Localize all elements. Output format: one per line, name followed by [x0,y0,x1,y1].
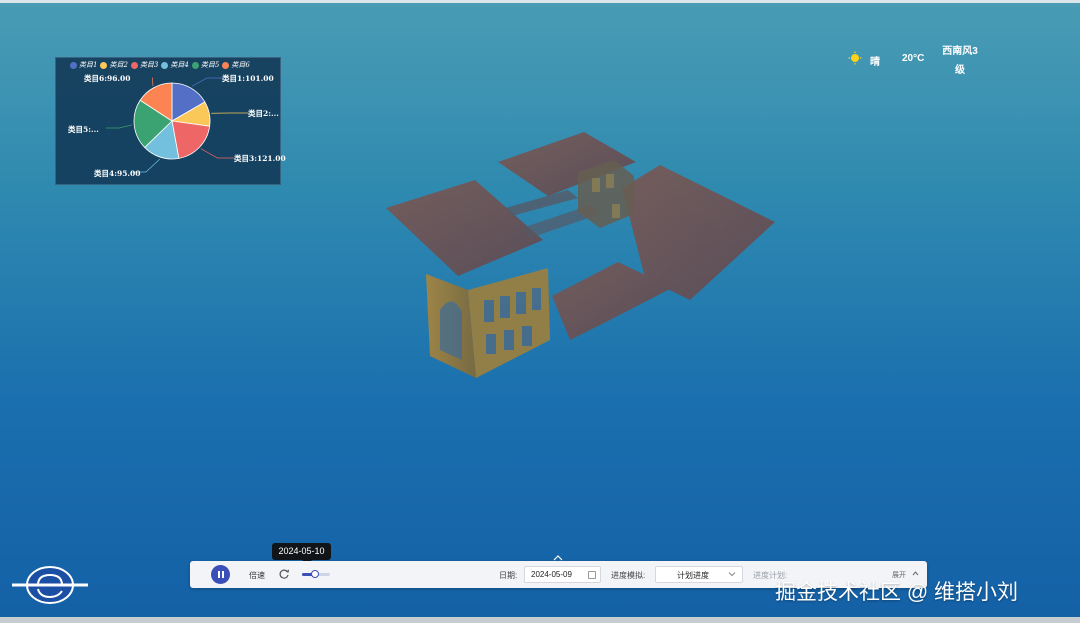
wind-line-2: 级 [955,65,965,76]
window-6 [504,330,514,350]
window-2 [500,296,510,318]
mode-select-value: 计划进度 [677,571,709,580]
pie-label-5: 类目5:... [68,125,99,134]
collapse-handle-icon[interactable] [552,555,564,561]
weather-widget: 晴 20°C 西南风3 级 [840,40,1000,80]
metro-logo [12,566,88,604]
weather-condition: 晴 [870,57,880,68]
sun-icon [848,51,862,65]
top-strip [0,0,1080,3]
wall-front-right [468,268,550,378]
weather-temperature: 20°C [902,53,925,64]
pause-icon [217,571,220,578]
pie-label-line-5 [106,124,133,129]
watermark: 掘金技术社区 @ 维搭小刘 [775,581,1018,604]
inner-window-3 [612,204,620,218]
pie-label-6: 类目6:96.00 [84,74,131,83]
speed-button[interactable]: 倍速 [249,570,265,581]
wind-line-1: 西南风3 [942,46,978,57]
speed-slider-thumb[interactable] [310,570,319,578]
window-5 [486,334,496,354]
mode-label: 进度模拟: [611,571,646,580]
weather-wind: 西南风3 级 [940,42,980,80]
window-3 [516,292,526,314]
pie-label-4: 类目4:95.00 [94,169,141,178]
pie-label-line-6 [152,77,154,86]
building-model[interactable] [386,132,775,378]
window-1 [484,300,494,322]
roof-slab-left [386,180,543,276]
date-tooltip: 2024-05-10 [272,543,331,565]
date-input-value: 2024-05-09 [531,570,572,579]
date-input[interactable]: 2024-05-09 [524,566,601,583]
inner-window-2 [606,174,614,188]
calendar-icon[interactable] [588,571,596,579]
window-7 [522,326,532,346]
inner-window-1 [592,178,600,192]
inner-room [578,160,634,228]
connector-left [506,190,578,216]
date-label: 日期: [499,571,518,580]
pie-label-3: 类目3:121.00 [234,154,286,163]
pause-button[interactable] [211,565,230,584]
pie-label-line-3 [200,148,234,159]
chevron-down-icon [728,572,736,577]
pie-label-2: 类目2:... [248,109,279,118]
bottom-strip [0,617,1080,623]
pie-label-line-1 [191,77,222,87]
speed-slider[interactable] [302,570,330,578]
pie-label-1: 类目1:101.00 [222,74,274,83]
window-4 [532,288,541,310]
refresh-icon[interactable] [278,568,290,580]
mode-select[interactable]: 计划进度 [655,566,743,583]
pie-chart-panel: 类目1 类目2 类目3 类目4 类目5 类目6 类目1:101.00 类目2:.… [55,57,286,185]
arch-opening [440,301,462,360]
